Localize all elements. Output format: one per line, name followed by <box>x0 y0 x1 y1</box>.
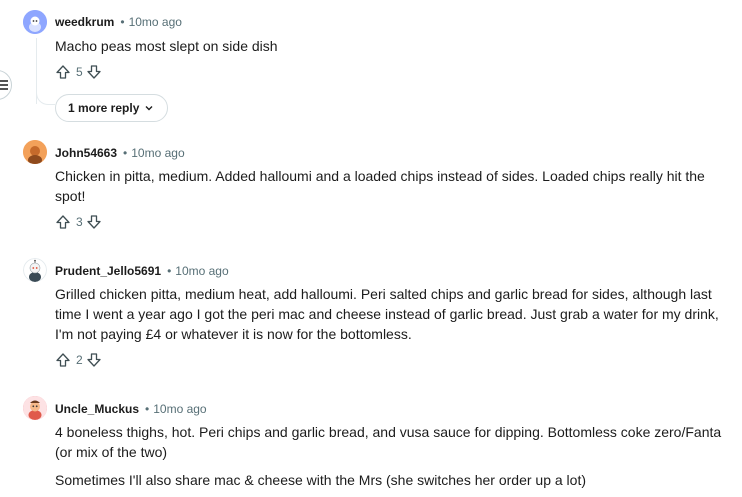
comment-body: 4 boneless thighs, hot. Peri chips and g… <box>55 422 725 490</box>
comment-paragraph: 4 boneless thighs, hot. Peri chips and g… <box>55 424 722 460</box>
comment-paragraph: Sometimes I'll also share mac & cheese w… <box>55 472 586 488</box>
downvote-icon[interactable] <box>86 214 102 230</box>
comment-timestamp[interactable]: 10mo ago <box>131 146 184 160</box>
more-replies-label: 1 more reply <box>68 101 140 115</box>
vote-count: 2 <box>76 353 83 367</box>
upvote-icon[interactable] <box>55 64 71 80</box>
upvote-icon[interactable] <box>55 214 71 230</box>
vote-count: 3 <box>76 215 83 229</box>
comment-body: Chicken in pitta, medium. Added halloumi… <box>55 166 725 206</box>
snoo-avatar-icon <box>23 10 47 34</box>
comment-author[interactable]: Prudent_Jello5691 <box>55 264 161 278</box>
snoo-avatar-icon <box>23 396 47 420</box>
list-icon <box>0 80 8 90</box>
chevron-down-icon <box>145 106 153 111</box>
comment-timestamp[interactable]: 10mo ago <box>153 402 206 416</box>
comment-timestamp[interactable]: 10mo ago <box>129 15 182 29</box>
avatar[interactable] <box>23 140 47 164</box>
meta-separator: • <box>123 146 128 160</box>
more-replies-button[interactable]: 1 more reply <box>55 94 169 122</box>
meta-separator: • <box>120 15 125 29</box>
vote-count: 5 <box>76 65 83 79</box>
downvote-icon[interactable] <box>86 64 102 80</box>
downvote-icon[interactable] <box>86 352 102 368</box>
meta-separator: • <box>167 264 172 278</box>
vote-bar: 2 <box>55 350 102 370</box>
comment-paragraph: Chicken in pitta, medium. Added halloumi… <box>55 168 705 204</box>
expand-thread-button[interactable] <box>0 70 12 100</box>
comment-body: Grilled chicken pitta, medium heat, add … <box>55 284 725 344</box>
comment-author[interactable]: weedkrum <box>55 15 114 29</box>
thread-line-curve <box>36 88 55 105</box>
upvote-icon[interactable] <box>55 352 71 368</box>
comment-body: Macho peas most slept on side dish <box>55 36 725 56</box>
comment-timestamp[interactable]: 10mo ago <box>175 264 228 278</box>
avatar[interactable] <box>23 10 47 34</box>
comment-paragraph: Grilled chicken pitta, medium heat, add … <box>55 286 719 342</box>
comment-paragraph: Macho peas most slept on side dish <box>55 38 278 54</box>
avatar[interactable] <box>23 396 47 420</box>
vote-bar: 5 <box>55 62 102 82</box>
snoo-avatar-icon <box>23 258 47 282</box>
comment-author[interactable]: Uncle_Muckus <box>55 402 139 416</box>
meta-separator: • <box>145 402 150 416</box>
snoo-avatar-icon <box>23 140 47 164</box>
avatar[interactable] <box>23 258 47 282</box>
vote-bar: 3 <box>55 212 102 232</box>
comment-author[interactable]: John54663 <box>55 146 117 160</box>
